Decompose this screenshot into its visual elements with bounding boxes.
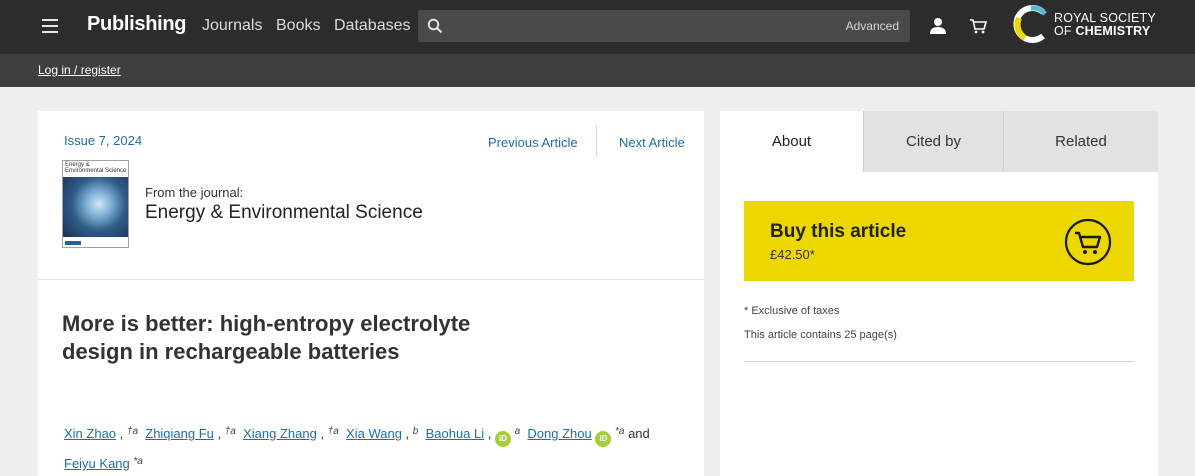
- rsc-logo-mark-icon: [1013, 5, 1047, 43]
- author-link[interactable]: Xia Wang: [346, 426, 402, 441]
- advanced-search-link[interactable]: Advanced: [846, 19, 899, 33]
- login-register-link[interactable]: Log in / register: [38, 63, 121, 77]
- author-link[interactable]: Xiang Zhang: [243, 426, 317, 441]
- from-journal-label: From the journal:: [145, 185, 244, 200]
- rsc-logo[interactable]: ROYAL SOCIETY OF CHEMISTRY: [1013, 4, 1163, 48]
- search-input[interactable]: [452, 10, 832, 42]
- rsc-logo-text: ROYAL SOCIETY OF CHEMISTRY: [1054, 11, 1156, 38]
- tax-note: * Exclusive of taxes: [744, 305, 840, 317]
- menu-icon[interactable]: [42, 19, 58, 33]
- user-icon[interactable]: [929, 17, 947, 35]
- nav-divider: [596, 125, 597, 157]
- sub-bar: Log in / register: [0, 54, 1195, 87]
- search-bar: Advanced: [418, 10, 910, 42]
- author-affiliation: *a: [133, 456, 143, 467]
- author-affiliation: *a: [614, 426, 625, 437]
- cover-publisher-mark: [65, 241, 81, 245]
- divider: [744, 361, 1134, 362]
- cover-artwork: [63, 177, 128, 237]
- author-list: Xin Zhao , †a Zhiqiang Fu , †a Xiang Zha…: [64, 426, 650, 471]
- issue-link[interactable]: Issue 7, 2024: [64, 133, 142, 148]
- article-title: More is better: high-entropy electrolyte…: [62, 311, 471, 364]
- author-affiliation: a: [514, 426, 521, 437]
- buy-price: £42.50*: [770, 247, 815, 262]
- divider: [38, 279, 704, 280]
- nav-databases[interactable]: Databases: [334, 17, 411, 35]
- author-affiliation: †a: [224, 426, 236, 437]
- author-link[interactable]: Zhiqiang Fu: [145, 426, 214, 441]
- tab-about[interactable]: About: [720, 111, 863, 172]
- author-link[interactable]: Feiyu Kang: [64, 456, 130, 471]
- top-bar: Publishing Journals Books Databases Adva…: [0, 0, 1195, 54]
- author-affiliation: b: [412, 426, 419, 437]
- author-affiliation: †a: [327, 426, 339, 437]
- cover-title: Energy & Environmental Science: [65, 162, 127, 174]
- article-panel: Issue 7, 2024 Previous Article Next Arti…: [38, 111, 704, 476]
- nav-journals[interactable]: Journals: [202, 17, 262, 35]
- search-icon[interactable]: [427, 18, 443, 34]
- nav-books[interactable]: Books: [276, 17, 320, 35]
- page-count-note: This article contains 25 page(s): [744, 329, 897, 341]
- tab-cited-by[interactable]: Cited by: [863, 111, 1003, 172]
- article-sidebar: About Cited by Related Buy this article …: [720, 111, 1158, 476]
- author-link[interactable]: Baohua Li: [426, 426, 485, 441]
- cart-icon[interactable]: [969, 18, 987, 34]
- tab-related[interactable]: Related: [1003, 111, 1158, 172]
- and-text: and: [628, 426, 650, 441]
- next-article-link[interactable]: Next Article: [619, 135, 685, 150]
- shopping-cart-icon: [1064, 218, 1112, 266]
- brand-publishing[interactable]: Publishing: [87, 13, 187, 36]
- author-affiliation: †a: [126, 426, 139, 437]
- orcid-icon[interactable]: iD: [494, 431, 511, 447]
- author-link[interactable]: Xin Zhao: [64, 426, 116, 441]
- buy-title: Buy this article: [770, 221, 907, 242]
- journal-cover-image[interactable]: Energy & Environmental Science: [62, 160, 129, 248]
- previous-article-link[interactable]: Previous Article: [488, 135, 578, 150]
- buy-article-button[interactable]: Buy this article £42.50*: [744, 201, 1134, 281]
- orcid-icon[interactable]: iD: [595, 431, 612, 447]
- author-link[interactable]: Dong Zhou: [527, 426, 591, 441]
- journal-name: Energy & Environmental Science: [145, 202, 423, 223]
